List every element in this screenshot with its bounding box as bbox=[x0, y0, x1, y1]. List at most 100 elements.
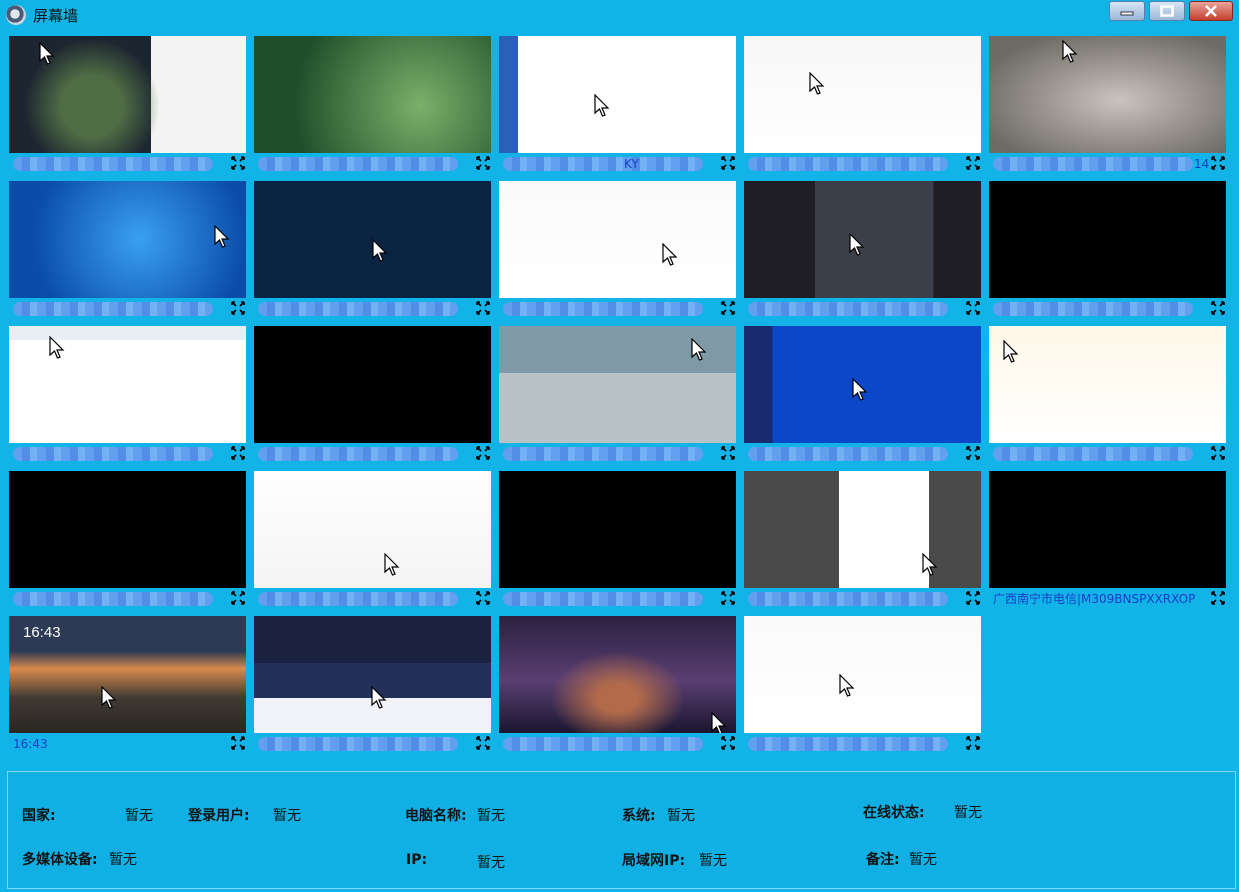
screen-tile[interactable]: 广西南宁市电信|M309BNSPXXRXOP bbox=[989, 471, 1228, 611]
screen-tile[interactable] bbox=[254, 616, 493, 756]
expand-screen-button[interactable] bbox=[720, 735, 736, 751]
expand-screen-button[interactable] bbox=[475, 735, 491, 751]
expand-screen-button[interactable] bbox=[720, 590, 736, 606]
mouse-cursor-icon bbox=[39, 41, 55, 66]
fullscreen-icon bbox=[966, 591, 980, 605]
screen-tile[interactable] bbox=[9, 36, 248, 176]
expand-screen-button[interactable] bbox=[965, 590, 981, 606]
screen-thumbnail[interactable]: 16:43 bbox=[9, 616, 246, 733]
screen-thumbnail[interactable] bbox=[254, 181, 491, 298]
expand-screen-button[interactable] bbox=[720, 445, 736, 461]
screen-tile[interactable] bbox=[989, 181, 1228, 321]
screen-caption bbox=[989, 445, 1214, 463]
client-info-panel: 国家: 暂无 登录用户: 暂无 电脑名称: 暂无 系统: 暂无 在线状态: 暂无… bbox=[7, 771, 1236, 889]
mouse-cursor-icon bbox=[214, 224, 230, 249]
screen-tile[interactable] bbox=[9, 471, 248, 611]
expand-screen-button[interactable] bbox=[230, 590, 246, 606]
expand-screen-button[interactable] bbox=[230, 300, 246, 316]
screen-tile[interactable]: 16:43 16:43 bbox=[9, 616, 248, 756]
screen-caption: KY bbox=[499, 155, 724, 173]
screen-thumbnail[interactable] bbox=[499, 616, 736, 733]
expand-screen-button[interactable] bbox=[965, 445, 981, 461]
fullscreen-icon bbox=[476, 446, 490, 460]
mouse-cursor-icon bbox=[839, 673, 855, 698]
screen-thumbnail[interactable] bbox=[744, 36, 981, 153]
expand-screen-button[interactable] bbox=[475, 300, 491, 316]
screen-tile[interactable] bbox=[744, 36, 983, 176]
screen-thumbnail[interactable] bbox=[254, 471, 491, 588]
country-label: 国家: bbox=[22, 808, 56, 824]
screen-thumbnail[interactable] bbox=[499, 471, 736, 588]
expand-screen-button[interactable] bbox=[965, 735, 981, 751]
expand-screen-button[interactable] bbox=[1210, 300, 1226, 316]
screen-thumbnail[interactable] bbox=[9, 471, 246, 588]
screen-thumbnail[interactable] bbox=[9, 181, 246, 298]
mouse-cursor-icon bbox=[852, 377, 868, 402]
fullscreen-icon bbox=[231, 156, 245, 170]
screen-thumbnail[interactable] bbox=[499, 326, 736, 443]
screen-tile[interactable] bbox=[744, 616, 983, 756]
screen-thumbnail[interactable] bbox=[254, 36, 491, 153]
screen-tile[interactable] bbox=[499, 181, 738, 321]
screen-tile[interactable] bbox=[499, 471, 738, 611]
screen-tile[interactable]: 14 bbox=[989, 36, 1228, 176]
caption-text: KY bbox=[624, 157, 639, 171]
expand-screen-button[interactable] bbox=[965, 300, 981, 316]
caption-text: 14 bbox=[1194, 157, 1210, 171]
redacted-text-bar bbox=[503, 447, 703, 461]
fullscreen-icon bbox=[231, 301, 245, 315]
title-bar: 屏幕墙 bbox=[0, 0, 1239, 30]
screen-tile[interactable] bbox=[744, 181, 983, 321]
pc-name-value: 暂无 bbox=[477, 808, 505, 824]
screen-tile[interactable] bbox=[989, 326, 1228, 466]
screen-thumbnail[interactable] bbox=[499, 36, 736, 153]
fullscreen-icon bbox=[721, 156, 735, 170]
country-value: 暂无 bbox=[125, 808, 153, 824]
screen-thumbnail[interactable] bbox=[989, 326, 1226, 443]
expand-screen-button[interactable] bbox=[965, 155, 981, 171]
screen-tile[interactable]: KY bbox=[499, 36, 738, 176]
screen-thumbnail[interactable] bbox=[254, 616, 491, 733]
screen-tile[interactable] bbox=[254, 181, 493, 321]
close-button[interactable] bbox=[1189, 1, 1233, 21]
screen-thumbnail[interactable] bbox=[744, 471, 981, 588]
screen-tile[interactable] bbox=[254, 36, 493, 176]
screen-tile[interactable] bbox=[744, 326, 983, 466]
screen-thumbnail[interactable] bbox=[744, 616, 981, 733]
screen-thumbnail[interactable] bbox=[989, 181, 1226, 298]
screen-thumbnail[interactable] bbox=[989, 471, 1226, 588]
screen-tile[interactable] bbox=[744, 471, 983, 611]
expand-screen-button[interactable] bbox=[475, 590, 491, 606]
expand-screen-button[interactable] bbox=[230, 445, 246, 461]
media-device-label: 多媒体设备: bbox=[22, 852, 98, 868]
screen-tile[interactable] bbox=[9, 181, 248, 321]
screen-thumbnail[interactable] bbox=[499, 181, 736, 298]
screen-tile[interactable] bbox=[499, 616, 738, 756]
screen-thumbnail[interactable] bbox=[9, 326, 246, 443]
expand-screen-button[interactable] bbox=[230, 155, 246, 171]
screen-thumbnail[interactable] bbox=[9, 36, 246, 153]
screen-tile[interactable] bbox=[499, 326, 738, 466]
expand-screen-button[interactable] bbox=[475, 155, 491, 171]
redacted-text-bar bbox=[748, 737, 948, 751]
screen-thumbnail[interactable] bbox=[989, 36, 1226, 153]
expand-screen-button[interactable] bbox=[1210, 445, 1226, 461]
os-value: 暂无 bbox=[667, 808, 695, 824]
minimize-button[interactable] bbox=[1109, 1, 1145, 21]
expand-screen-button[interactable] bbox=[720, 155, 736, 171]
screen-tile[interactable] bbox=[9, 326, 248, 466]
screen-thumbnail[interactable] bbox=[744, 181, 981, 298]
expand-screen-button[interactable] bbox=[1210, 590, 1226, 606]
expand-screen-button[interactable] bbox=[230, 735, 246, 751]
maximize-button[interactable] bbox=[1149, 1, 1185, 21]
expand-screen-button[interactable] bbox=[475, 445, 491, 461]
screen-thumbnail[interactable] bbox=[744, 326, 981, 443]
screen-thumbnail[interactable] bbox=[254, 326, 491, 443]
redacted-text-bar bbox=[503, 737, 703, 751]
screen-tile[interactable] bbox=[254, 326, 493, 466]
expand-screen-button[interactable] bbox=[720, 300, 736, 316]
expand-screen-button[interactable] bbox=[1210, 155, 1226, 171]
mouse-cursor-icon bbox=[662, 242, 678, 267]
screen-tile[interactable] bbox=[254, 471, 493, 611]
redacted-text-bar bbox=[13, 157, 213, 171]
